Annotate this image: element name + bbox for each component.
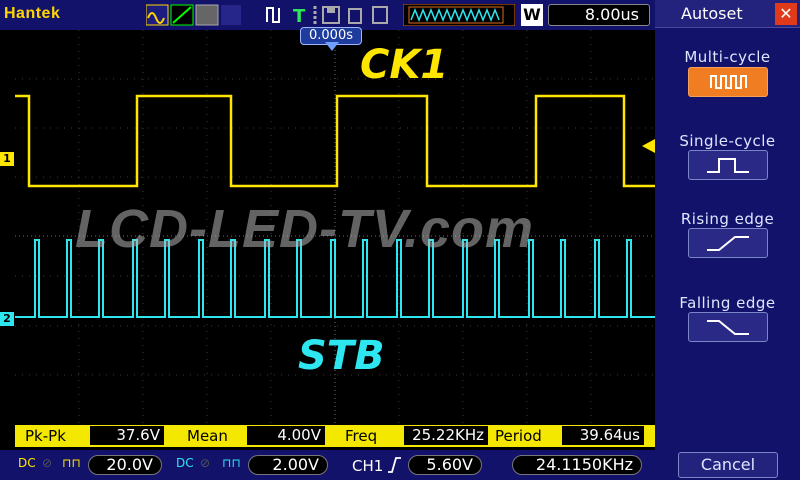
multi-cycle-label: Multi-cycle [684, 48, 771, 66]
trigger-level-marker[interactable] [642, 139, 655, 153]
multi-cycle-icon [710, 75, 747, 89]
rising-edge-option-icon [707, 236, 749, 251]
meas-pkpk-label: Pk-Pk [25, 427, 66, 445]
meas-freq-label: Freq [345, 427, 378, 445]
ch1-coupling-icon[interactable]: DC [18, 456, 36, 470]
ch2-offset-marker[interactable]: 2 [0, 312, 14, 326]
ch2-annotation: STB [298, 333, 385, 379]
single-cycle-button[interactable] [688, 150, 768, 180]
zoom-window-button[interactable]: W [521, 4, 543, 26]
ch1-bw-limit-icon[interactable]: ⊘ [42, 456, 52, 470]
ch1-scale[interactable]: 20.0V [88, 455, 162, 475]
close-icon[interactable]: ✕ [775, 3, 797, 25]
timebase-display[interactable]: 8.00us [548, 4, 650, 26]
rising-edge-icon [388, 457, 401, 473]
meas-mean-label: Mean [187, 427, 228, 445]
meas-pkpk-value: 37.6V [90, 426, 164, 445]
rising-edge-label: Rising edge [680, 210, 775, 228]
trigger-source[interactable]: CH1 [352, 457, 383, 475]
memory-depth-icon[interactable] [403, 4, 515, 26]
svg-text:T: T [293, 6, 306, 26]
meas-freq-value: 25.22KHz [404, 426, 488, 445]
meas-period-value: 39.64us [562, 426, 644, 445]
watermark: LCD-LED-TV.com [75, 199, 535, 259]
acquire-icons[interactable]: T [265, 4, 395, 26]
single-cycle-icon [707, 158, 749, 173]
falling-edge-option-icon [707, 320, 749, 335]
ch2-coupling-icon[interactable]: DC [176, 456, 194, 470]
ch2-scale[interactable]: 2.00V [248, 455, 328, 475]
rising-edge-button[interactable] [688, 228, 768, 258]
waveform-screen: 0.000s CK1 LCD-LED-TV.com STB [15, 27, 655, 425]
multi-cycle-button[interactable] [688, 67, 768, 97]
waveform-mode-icons[interactable] [146, 4, 242, 26]
meas-mean-value: 4.00V [247, 426, 325, 445]
trigger-time-marker [325, 42, 339, 51]
ch1-probe-icon[interactable]: ⊓⊓ [62, 456, 81, 470]
ch2-probe-icon[interactable]: ⊓⊓ [222, 456, 241, 470]
trigger-level[interactable]: 5.60V [408, 455, 482, 475]
ch1-annotation: CK1 [360, 42, 449, 88]
ch2-bw-limit-icon[interactable]: ⊘ [200, 456, 210, 470]
measurement-bar: Pk-Pk 37.6V Mean 4.00V Freq 25.22KHz Per… [15, 425, 655, 447]
ch1-waveform [15, 94, 655, 188]
trigger-frequency: 24.1150KHz [512, 455, 642, 475]
brand-logo: Hantek [4, 5, 61, 22]
falling-edge-button[interactable] [688, 312, 768, 342]
single-cycle-label: Single-cycle [679, 132, 776, 150]
cancel-button[interactable]: Cancel [678, 452, 778, 478]
falling-edge-label: Falling edge [679, 294, 776, 312]
ch1-offset-marker[interactable]: 1 [0, 152, 14, 166]
meas-period-label: Period [495, 427, 542, 445]
